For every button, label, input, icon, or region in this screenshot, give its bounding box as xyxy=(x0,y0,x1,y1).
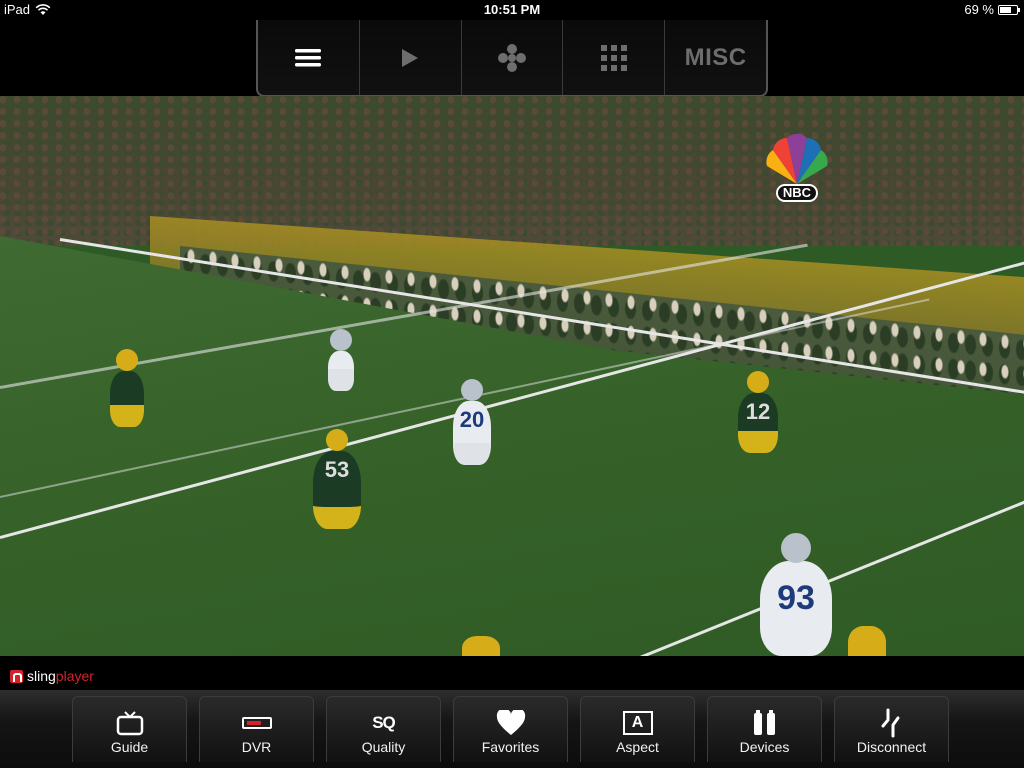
dpad-icon xyxy=(497,43,526,72)
jersey-number: 93 xyxy=(777,579,815,617)
dpad-button[interactable] xyxy=(462,20,564,95)
brand-player: player xyxy=(55,668,94,684)
helmet xyxy=(326,429,348,451)
quality-label: Quality xyxy=(361,739,406,755)
player: 93 xyxy=(760,533,832,656)
player: 20 xyxy=(453,379,491,465)
keypad-button[interactable] xyxy=(563,20,666,95)
sq-icon: SQ xyxy=(372,713,396,732)
helmet xyxy=(747,371,769,393)
battery-percent: 69 % xyxy=(964,2,994,17)
menu-lines-icon xyxy=(295,48,322,66)
aspect-button[interactable]: A Aspect xyxy=(580,696,695,762)
status-bar: iPad 10:51 PM 69 % xyxy=(0,0,1024,20)
menu-button[interactable] xyxy=(258,20,360,95)
heart-icon xyxy=(496,710,525,735)
helmet xyxy=(330,329,352,351)
player: 12 xyxy=(738,371,778,453)
slingplayer-logo: sling player xyxy=(10,668,94,684)
disconnect-icon xyxy=(881,708,899,738)
jersey-number: 20 xyxy=(459,407,485,432)
helmet xyxy=(461,379,483,401)
peacock-icon xyxy=(766,133,828,184)
player xyxy=(848,626,886,656)
bottom-toolbar: Guide DVR SQ Quality Favorites A Aspect … xyxy=(0,690,1024,768)
guide-label: Guide xyxy=(110,739,149,755)
favorites-button[interactable]: Favorites xyxy=(453,696,568,762)
dvr-label: DVR xyxy=(241,739,272,755)
devices-icon xyxy=(753,710,775,735)
top-controls: MISC xyxy=(256,20,768,97)
guide-button[interactable]: Guide xyxy=(72,696,187,762)
player xyxy=(328,329,354,391)
brand-sling: sling xyxy=(27,668,56,684)
battery-fill xyxy=(1000,6,1012,13)
play-button[interactable] xyxy=(360,20,462,95)
helmet xyxy=(781,533,811,563)
devices-button[interactable]: Devices xyxy=(707,696,822,762)
nbc-text: NBC xyxy=(782,185,812,200)
aspect-icon-letter: A xyxy=(631,714,644,731)
top-control-area: MISC xyxy=(0,20,1024,97)
nbc-logo: NBC xyxy=(762,133,832,204)
tv-icon xyxy=(116,711,143,736)
battery-icon xyxy=(998,4,1020,15)
player xyxy=(110,349,144,427)
video-player[interactable]: NBC 20 12 53 93 xyxy=(0,96,1024,656)
aspect-icon: A xyxy=(622,711,653,735)
dvr-button[interactable]: DVR xyxy=(199,696,314,762)
disconnect-label: Disconnect xyxy=(856,739,927,755)
keypad-grid-icon xyxy=(600,44,627,71)
jersey-number: 53 xyxy=(324,457,350,482)
player: 53 xyxy=(313,429,361,529)
dvr-icon xyxy=(241,717,272,729)
misc-button[interactable]: MISC xyxy=(665,20,766,95)
favorites-label: Favorites xyxy=(481,739,540,755)
quality-button[interactable]: SQ Quality xyxy=(326,696,441,762)
brand-strip: sling player xyxy=(0,656,1024,690)
sling-logo-icon xyxy=(10,669,23,683)
play-icon xyxy=(402,48,419,67)
helmet xyxy=(116,349,138,371)
clock: 10:51 PM xyxy=(483,2,541,17)
jersey-number: 12 xyxy=(745,399,771,424)
devices-label: Devices xyxy=(739,739,790,755)
misc-label: MISC xyxy=(684,43,747,71)
disconnect-button[interactable]: Disconnect xyxy=(834,696,949,762)
aspect-label: Aspect xyxy=(616,739,659,755)
player xyxy=(462,636,500,656)
